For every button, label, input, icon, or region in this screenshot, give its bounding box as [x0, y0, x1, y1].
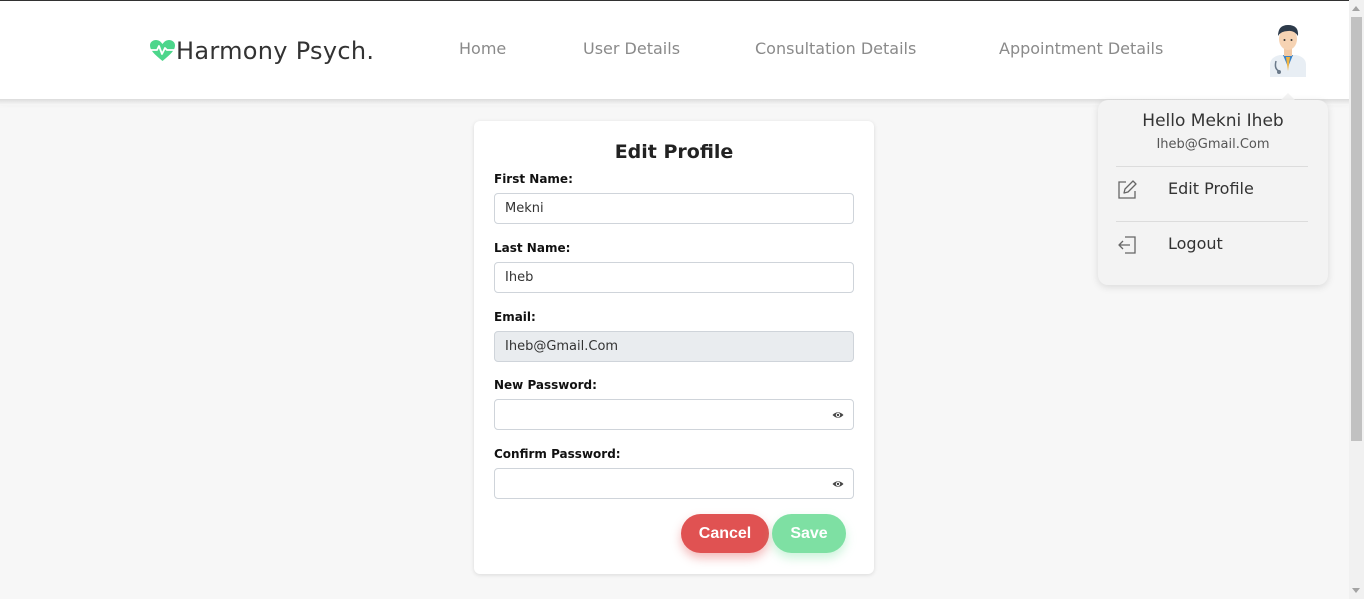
eye-icon[interactable]	[832, 409, 844, 421]
user-dropdown-menu: Hello Mekni Iheb Iheb@Gmail.Com Edit Pro…	[1098, 100, 1328, 285]
menu-item-label: Edit Profile	[1168, 179, 1254, 198]
save-button[interactable]: Save	[772, 514, 846, 553]
first-name-label: First Name:	[494, 172, 573, 186]
card-title: Edit Profile	[614, 141, 734, 163]
new-password-input[interactable]	[494, 399, 854, 430]
brand-name: Harmony Psych.	[176, 37, 375, 65]
doctor-avatar-icon	[1270, 25, 1306, 77]
scroll-up-icon[interactable]	[1352, 6, 1360, 11]
last-name-input[interactable]: Iheb	[494, 262, 854, 293]
nav-consultation-details[interactable]: Consultation Details	[755, 39, 916, 58]
cancel-button[interactable]: Cancel	[681, 514, 769, 553]
user-avatar[interactable]	[1266, 21, 1310, 77]
menu-item-label: Logout	[1168, 234, 1223, 253]
heart-pulse-icon	[150, 40, 175, 61]
first-name-input[interactable]: Mekni	[494, 193, 854, 224]
scrollbar-thumb[interactable]	[1351, 17, 1362, 441]
nav-home[interactable]: Home	[459, 39, 506, 58]
menu-item-edit-profile[interactable]: Edit Profile	[1116, 169, 1308, 209]
menu-divider	[1116, 166, 1308, 167]
nav-user-details[interactable]: User Details	[583, 39, 680, 58]
nav-appointment-details[interactable]: Appointment Details	[999, 39, 1163, 58]
new-password-label: New Password:	[494, 378, 597, 392]
scroll-down-icon[interactable]	[1352, 588, 1360, 593]
edit-icon	[1118, 180, 1137, 199]
user-greeting: Hello Mekni Iheb	[1142, 111, 1284, 131]
logout-icon	[1118, 236, 1136, 254]
last-name-label: Last Name:	[494, 241, 571, 255]
confirm-password-input[interactable]	[494, 468, 854, 499]
menu-item-logout[interactable]: Logout	[1116, 224, 1308, 264]
user-email: Iheb@Gmail.Com	[1156, 137, 1270, 152]
confirm-password-label: Confirm Password:	[494, 447, 621, 461]
eye-icon[interactable]	[832, 478, 844, 490]
email-label: Email:	[494, 310, 536, 324]
brand-logo[interactable]: Harmony Psych.	[149, 34, 374, 68]
edit-profile-card: Edit Profile First Name: Mekni Last Name…	[474, 121, 874, 574]
menu-divider	[1116, 221, 1308, 222]
top-navbar: Harmony Psych. Home User Details Consult…	[0, 1, 1349, 99]
email-input: Iheb@Gmail.Com	[494, 331, 854, 362]
